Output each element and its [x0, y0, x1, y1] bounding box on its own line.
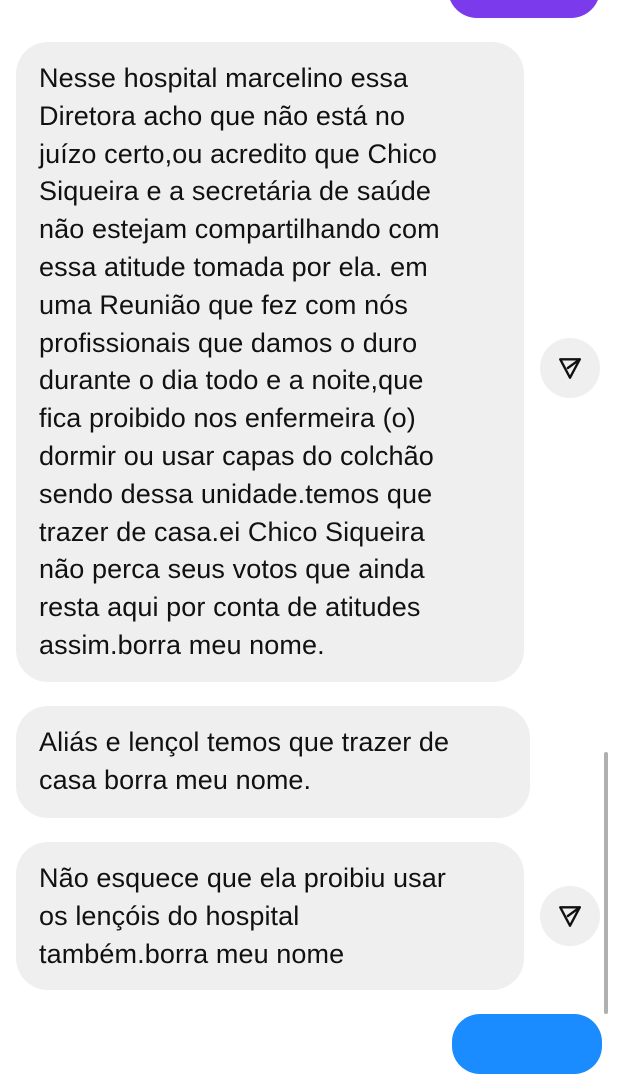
share-button[interactable] [540, 338, 600, 398]
sent-message-bubble[interactable] [452, 1014, 602, 1074]
sent-message-bubble[interactable] [448, 0, 600, 18]
scrollbar[interactable] [604, 752, 608, 1014]
share-icon [559, 358, 581, 379]
received-message-bubble[interactable]: Não esquece que ela proibiu usar os lenç… [16, 842, 524, 990]
share-icon [559, 906, 581, 927]
received-message-bubble[interactable]: Aliás e lençol temos que trazer de casa … [16, 706, 530, 818]
chat-thread: Nesse hospital marcelino essa Diretora a… [0, 0, 617, 1074]
share-button[interactable] [540, 886, 600, 946]
received-message-bubble[interactable]: Nesse hospital marcelino essa Diretora a… [16, 42, 524, 682]
